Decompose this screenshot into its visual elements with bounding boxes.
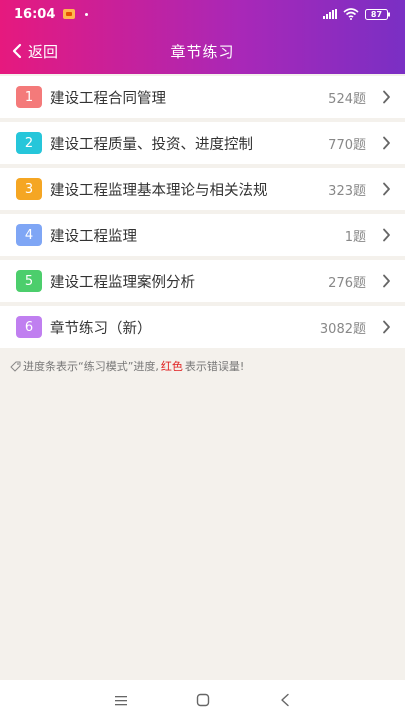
- chapter-number-badge: 4: [16, 224, 42, 246]
- chapter-item-5[interactable]: 5 建设工程监理案例分析 276题: [0, 260, 405, 302]
- question-count: 3082题: [319, 321, 366, 337]
- chapter-title: 建设工程质量、投资、进度控制: [50, 136, 253, 153]
- chevron-right-icon: [382, 228, 391, 242]
- home-square-icon: [196, 693, 210, 707]
- back-label: 返回: [28, 42, 59, 61]
- hint-prefix: 进度条表示“练习模式”进度,: [23, 360, 159, 373]
- hint-red-text: 红色: [160, 360, 183, 373]
- chapter-item-4[interactable]: 4 建设工程监理 1题: [0, 214, 405, 256]
- chapter-number-badge: 1: [16, 86, 42, 108]
- chapter-number-badge: 5: [16, 270, 42, 292]
- system-navigation-bar: [0, 680, 405, 720]
- signal-icon: [323, 9, 337, 19]
- navigation-bar: 返回 章节练习: [0, 28, 405, 74]
- question-count: 276题: [328, 275, 366, 291]
- top-bar: 16:04 87 返回 章节练习: [0, 0, 405, 74]
- status-time: 16:04: [14, 6, 56, 22]
- menu-icon: [114, 695, 128, 706]
- chevron-right-icon: [382, 274, 391, 288]
- chapter-list: 1 建设工程合同管理 524题 2 建设工程质量、投资、进度控制 770题 3 …: [0, 74, 405, 348]
- chevron-left-icon: [12, 43, 22, 59]
- battery-level: 87: [370, 9, 383, 19]
- chapter-title: 建设工程监理基本理论与相关法规: [50, 182, 268, 199]
- back-button[interactable]: 返回: [12, 38, 58, 64]
- more-notifications-dot-icon: [85, 12, 89, 16]
- system-back-button[interactable]: [275, 690, 295, 710]
- chapter-item-1[interactable]: 1 建设工程合同管理 524题: [0, 76, 405, 118]
- chapter-item-6[interactable]: 6 章节练习（新） 3082题: [0, 306, 405, 348]
- page-title: 章节练习: [170, 42, 235, 61]
- chevron-right-icon: [382, 90, 391, 104]
- chapter-item-2[interactable]: 2 建设工程质量、投资、进度控制 770题: [0, 122, 405, 164]
- menu-button[interactable]: [111, 690, 131, 710]
- chapter-title: 建设工程监理案例分析: [50, 274, 195, 291]
- battery-icon: 87: [365, 8, 391, 20]
- back-triangle-icon: [280, 693, 290, 707]
- hint-suffix: 表示错误量!: [184, 360, 245, 373]
- question-count: 770题: [328, 137, 366, 153]
- question-count: 1题: [344, 229, 366, 245]
- wifi-icon: [343, 8, 359, 20]
- chevron-right-icon: [382, 136, 391, 150]
- chapter-number-badge: 2: [16, 132, 42, 154]
- home-button[interactable]: [193, 690, 213, 710]
- chevron-right-icon: [382, 320, 391, 334]
- app-notification-icon: [63, 9, 76, 19]
- question-count: 524题: [328, 91, 366, 107]
- chapter-title: 章节练习（新）: [50, 320, 152, 337]
- status-icons: 87: [323, 8, 391, 20]
- chapter-title: 建设工程监理: [50, 228, 137, 245]
- chapter-number-badge: 6: [16, 316, 42, 338]
- tag-icon: [10, 361, 21, 372]
- status-bar: 16:04 87: [0, 0, 405, 28]
- question-count: 323题: [328, 183, 366, 199]
- chapter-item-3[interactable]: 3 建设工程监理基本理论与相关法规 323题: [0, 168, 405, 210]
- chapter-number-badge: 3: [16, 178, 42, 200]
- progress-hint: 进度条表示“练习模式”进度, 红色 表示错误量!: [10, 358, 244, 374]
- chapter-title: 建设工程合同管理: [50, 90, 166, 107]
- chevron-right-icon: [382, 182, 391, 196]
